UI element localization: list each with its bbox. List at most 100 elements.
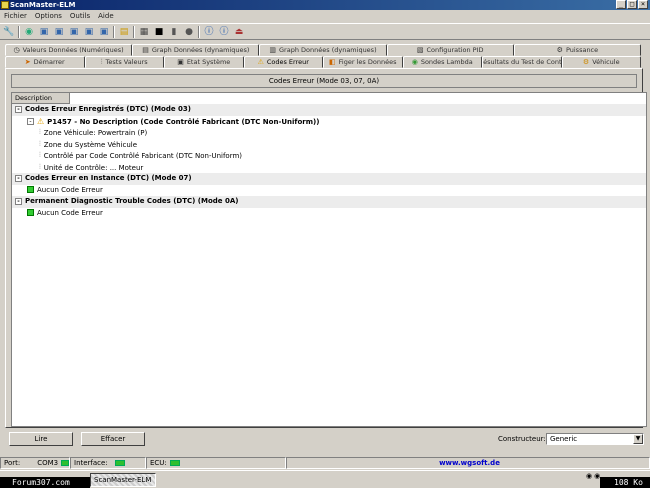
tree-row[interactable]: Aucun Code Erreur	[12, 185, 646, 197]
error-codes-panel: Codes Erreur (Mode 03, 07, 0A) Descripti…	[5, 68, 647, 428]
tab-lambda-sensors[interactable]: ◉ Sondes Lambda	[402, 56, 482, 68]
detail-icon: ⫶	[39, 128, 41, 136]
tree-row-label: Contrôlé par Code Contrôlé Fabricant (DT…	[43, 151, 243, 160]
tab-data-graph[interactable]: ▥ Graph Données (dynamiques)	[259, 44, 387, 56]
status-port: Port: COM3	[0, 457, 70, 469]
clear-button[interactable]: Effacer	[81, 432, 145, 446]
tree-row-label: Zone Véhicule: Powertrain (P)	[43, 128, 148, 137]
monitor-icon[interactable]: ▣	[38, 26, 50, 38]
tab-start[interactable]: ➤ Démarrer	[5, 56, 85, 68]
toolbar-separator	[133, 25, 135, 38]
taskbar-app-button[interactable]: ScanMaster-ELM	[90, 473, 156, 487]
menu-bar: Fichier Options Outils Aide	[0, 10, 650, 22]
builder-select[interactable]: Generic ▼	[546, 433, 644, 445]
window-title: ScanMaster-ELM	[10, 1, 76, 9]
tab-system-state[interactable]: ▣ Etat Système	[164, 56, 244, 68]
dtc-tree[interactable]: Description - Codes Erreur Enregistrés (D…	[11, 92, 647, 427]
tree-row[interactable]: - ⚠ P1457 - No Description (Code Contrôlé …	[12, 116, 646, 128]
menu-file[interactable]: Fichier	[4, 10, 27, 22]
info-icon[interactable]: ⓘ	[203, 26, 215, 38]
tree-group-row[interactable]: - Codes Erreur en Instance (DTC) (Mode 07…	[12, 173, 646, 185]
toolbar-separator	[113, 25, 115, 38]
tree-row-label: Unité de Contrôle: ... Moteur	[43, 163, 144, 172]
maximize-button[interactable]: □	[627, 0, 637, 9]
status-url[interactable]: www.wgsoft.de	[286, 457, 650, 469]
info-icon[interactable]: ⓘ	[218, 26, 230, 38]
menu-tools[interactable]: Outils	[70, 10, 90, 22]
car-icon: ⚙	[582, 58, 590, 66]
system-tray: ◉ ◉	[586, 472, 600, 480]
ok-icon	[27, 209, 34, 216]
tree-row[interactable]: Aucun Code Erreur	[12, 208, 646, 220]
monitor-icon[interactable]: ▣	[83, 26, 95, 38]
chevron-down-icon[interactable]: ▼	[633, 434, 643, 444]
menu-help[interactable]: Aide	[98, 10, 113, 22]
system-icon: ▣	[177, 58, 184, 66]
chip-icon[interactable]: ▦	[138, 26, 150, 38]
tree-row[interactable]: ⫶ Zone du Système Véhicule	[12, 139, 646, 151]
panel-heading: Codes Erreur (Mode 03, 07, 0A)	[11, 74, 637, 88]
tree-row[interactable]: ⫶ Zone Véhicule: Powertrain (P)	[12, 127, 646, 139]
detail-icon: ⫶	[39, 139, 41, 148]
toolbar-separator	[198, 25, 200, 38]
tree-group-row[interactable]: - Codes Erreur Enregistrés (DTC) (Mode 03…	[12, 104, 646, 116]
collapse-toggle-icon[interactable]: -	[27, 117, 34, 125]
tree-row-label: Aucun Code Erreur	[37, 208, 103, 217]
tree-row-label: Codes Erreur Enregistrés (DTC) (Mode 03)	[25, 105, 191, 113]
read-button[interactable]: Lire	[9, 432, 73, 446]
tree-group-row[interactable]: - Permanent Diagnostic Trouble Codes (DTC…	[12, 196, 646, 208]
wrench-icon[interactable]: 🔧	[3, 26, 15, 38]
ok-icon	[27, 186, 34, 193]
monitor-icon[interactable]: ▣	[53, 26, 65, 38]
tab-pid-config[interactable]: ▧ Configuration PID	[386, 44, 514, 56]
config-icon: ▧	[416, 46, 424, 54]
tab-freeze-frame[interactable]: ◧ Figer les Données	[323, 56, 403, 68]
tab-numeric-values[interactable]: ◷ Valeurs Données (Numériques)	[5, 44, 133, 56]
sensor-icon[interactable]: ●	[183, 26, 195, 38]
close-button[interactable]: ×	[638, 0, 648, 9]
ecu-icon[interactable]: ▮	[168, 26, 180, 38]
minimize-button[interactable]: _	[616, 0, 626, 9]
ecu-led-icon	[169, 460, 180, 466]
tab-power[interactable]: ⚙ Puissance	[513, 44, 642, 56]
gauge-icon: ◷	[13, 46, 20, 54]
tree-row-label: Permanent Diagnostic Trouble Codes (DTC)…	[25, 197, 239, 205]
status-bar: Port: COM3 Interface: ECU: www.wgsoft.de	[0, 457, 650, 469]
status-ecu: ECU:	[146, 457, 286, 469]
tree-row[interactable]: ⫶ Unité de Contrôle: ... Moteur	[12, 162, 646, 174]
freeze-icon: ◧	[329, 58, 336, 66]
detail-icon: ⫶	[39, 162, 41, 171]
tree-row[interactable]: ⫶ Contrôlé par Code Contrôlé Fabricant (D…	[12, 150, 646, 162]
detail-icon: ⫶	[39, 151, 41, 159]
collapse-toggle-icon[interactable]: -	[15, 174, 22, 182]
connect-icon[interactable]: ◉	[23, 26, 35, 38]
status-interface: Interface:	[70, 457, 146, 469]
folder-icon[interactable]: ▤	[118, 26, 130, 38]
terminal-icon[interactable]: ■	[153, 26, 165, 38]
toolbar-separator	[18, 25, 20, 38]
interface-led-icon	[114, 460, 125, 466]
monitor-icon[interactable]: ▣	[98, 26, 110, 38]
warning-icon: ⚠	[257, 58, 264, 66]
bottom-controls: Lire Effacer Constructeur: Generic ▼	[5, 430, 645, 448]
tree-row-label: P1457 - No Description (Code Contrôlé Fa…	[47, 117, 320, 126]
tab-data-table[interactable]: ▤ Graph Données (dynamiques)	[132, 44, 260, 56]
tabs-row-bottom: ➤ Démarrer ⫶ Tests Valeurs ▣ Etat Système ⚠…	[5, 56, 641, 68]
tree-row-label: Zone du Système Véhicule	[43, 140, 138, 149]
exit-icon[interactable]: ⏏	[233, 26, 245, 38]
menu-options[interactable]: Options	[35, 10, 62, 22]
app-icon	[1, 1, 9, 9]
monitor-icon[interactable]: ▣	[68, 26, 80, 38]
tab-vehicle[interactable]: ⚙ Véhicule	[561, 56, 641, 68]
lambda-icon: ◉	[411, 58, 418, 66]
tree-rows: - Codes Erreur Enregistrés (DTC) (Mode 03…	[12, 104, 646, 219]
tab-error-codes[interactable]: ⚠ Codes Erreur	[243, 56, 323, 68]
tray-icon[interactable]: ◉	[586, 472, 592, 480]
table-icon: ▤	[142, 46, 149, 54]
collapse-toggle-icon[interactable]: -	[15, 105, 22, 113]
column-header-description[interactable]: Description	[12, 93, 70, 104]
tab-test-values[interactable]: ⫶ Tests Valeurs	[84, 56, 164, 68]
collapse-toggle-icon[interactable]: -	[15, 197, 22, 205]
title-bar: ScanMaster-ELM _ □ ×	[0, 0, 650, 10]
tab-test-results[interactable]: ⚙Résultats du Test de Contrôle	[482, 56, 562, 68]
